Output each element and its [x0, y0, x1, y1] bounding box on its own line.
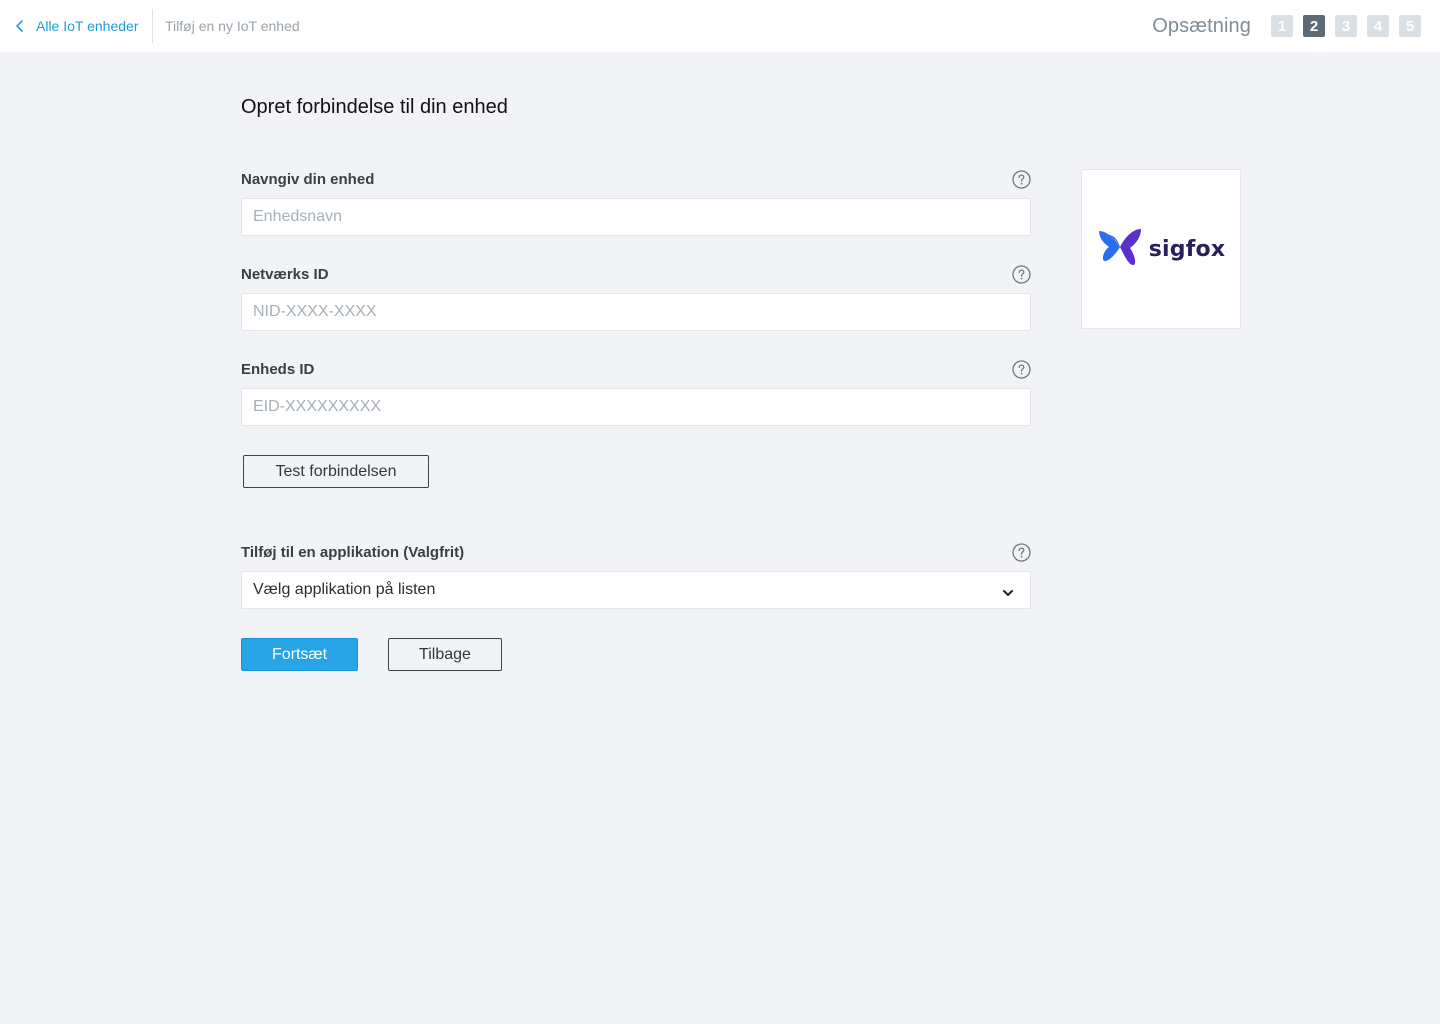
breadcrumb-divider: [152, 9, 153, 43]
application-label: Tilføj til en applikation (Valgfrit): [241, 544, 465, 561]
test-connection-button[interactable]: Test forbindelsen: [243, 455, 429, 488]
back-link-label: Alle IoT enheder: [36, 18, 139, 34]
step-1: 1: [1271, 15, 1293, 37]
device-id-input[interactable]: [241, 388, 1031, 426]
question-circle-icon[interactable]: [1012, 360, 1031, 379]
continue-button[interactable]: Fortsæt: [241, 638, 358, 671]
question-circle-icon[interactable]: [1012, 170, 1031, 189]
step-3: 3: [1335, 15, 1357, 37]
question-circle-icon[interactable]: [1012, 265, 1031, 284]
back-to-all-devices-link[interactable]: Alle IoT enheder: [14, 0, 138, 52]
page-title: Opret forbindelse til din enhed: [241, 96, 508, 118]
provider-logo-card: sigfox: [1081, 169, 1241, 329]
network-id-label: Netværks ID: [241, 266, 329, 283]
network-id-input[interactable]: [241, 293, 1031, 331]
chevron-left-icon: [14, 19, 26, 33]
question-circle-icon[interactable]: [1012, 543, 1031, 562]
sigfox-butterfly-icon: [1097, 227, 1143, 272]
step-5: 5: [1399, 15, 1421, 37]
device-name-input[interactable]: [241, 198, 1031, 236]
device-id-label: Enheds ID: [241, 361, 315, 378]
breadcrumb-current: Tilføj en ny IoT enhed: [165, 18, 300, 34]
steps-label: Opsætning: [1152, 14, 1251, 37]
top-bar: Alle IoT enheder Tilføj en ny IoT enhed …: [0, 0, 1440, 52]
step-4: 4: [1367, 15, 1389, 37]
setup-steps: Opsætning 1 2 3 4 5: [1152, 0, 1421, 52]
back-button[interactable]: Tilbage: [388, 638, 502, 671]
application-select-value: Vælg applikation på listen: [253, 581, 436, 598]
device-name-label: Navngiv din enhed: [241, 171, 375, 188]
step-2-active: 2: [1303, 15, 1325, 37]
application-select[interactable]: Vælg applikation på listen: [241, 571, 1031, 609]
chevron-down-icon: [1002, 585, 1014, 603]
sigfox-logo-text: sigfox: [1148, 236, 1226, 262]
